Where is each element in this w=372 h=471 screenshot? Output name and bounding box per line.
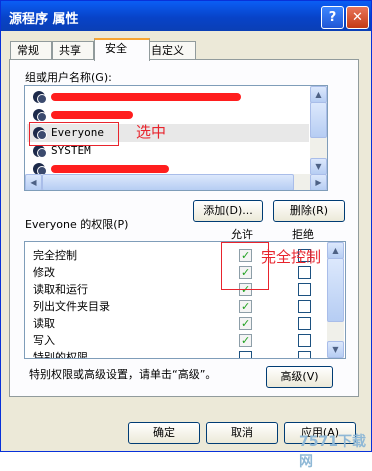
tab-security[interactable]: 安全 xyxy=(94,38,150,61)
permission-row-special: 特别的权限 xyxy=(25,349,327,358)
user-group-icon xyxy=(33,109,47,122)
selected-annotation: 选中 xyxy=(136,123,167,141)
window-title: 源程序 属性 xyxy=(9,12,79,27)
user-group-icon xyxy=(33,145,47,158)
scroll-left-icon[interactable]: ◀ xyxy=(25,174,42,190)
allow-checkbox[interactable] xyxy=(239,351,252,358)
allow-checkbox[interactable] xyxy=(239,315,252,332)
title-bar[interactable]: 源程序 属性 ? ✕ xyxy=(1,1,371,31)
close-button[interactable]: ✕ xyxy=(346,6,369,29)
deny-checkbox[interactable] xyxy=(298,300,311,313)
groups-label: 组或用户名称(G): xyxy=(25,71,112,84)
full-control-annotation: 完全控制 xyxy=(261,248,322,266)
redaction-mark xyxy=(51,165,169,173)
add-button[interactable]: 添加(D)... xyxy=(193,200,263,222)
deny-checkbox[interactable] xyxy=(298,283,311,296)
properties-window: 源程序 属性 ? ✕ 常规 共享 安全 自定义 组或用户名称(G): Every… xyxy=(0,0,372,470)
redaction-mark xyxy=(51,93,241,101)
user-group-icon xyxy=(33,91,47,104)
list-item[interactable] xyxy=(27,88,309,106)
permission-row-read: 读取 xyxy=(25,315,327,332)
scroll-down-icon[interactable]: ▼ xyxy=(310,158,327,175)
permission-row-read-execute: 读取和运行 xyxy=(25,281,327,298)
advanced-note: 特别权限或高级设置，请单击“高级”。 xyxy=(29,368,217,381)
scroll-thumb[interactable] xyxy=(42,174,294,190)
groups-horizontal-scrollbar[interactable]: ◀ ▶ xyxy=(25,174,327,190)
permission-row-list-folder: 列出文件夹目录 xyxy=(25,298,327,315)
help-button[interactable]: ? xyxy=(321,6,344,29)
deny-checkbox[interactable] xyxy=(298,351,311,358)
scroll-thumb[interactable] xyxy=(310,102,327,138)
remove-button[interactable]: 删除(R) xyxy=(273,200,345,222)
scroll-up-icon[interactable]: ▲ xyxy=(327,242,344,259)
permissions-vertical-scrollbar[interactable]: ▲ ▼ xyxy=(327,242,344,358)
groups-vertical-scrollbar[interactable]: ▲ ▼ xyxy=(310,86,327,175)
advanced-button[interactable]: 高级(V) xyxy=(266,366,333,388)
deny-header: 拒绝 xyxy=(292,228,314,241)
redaction-mark xyxy=(51,111,133,119)
permissions-label: Everyone 的权限(P) xyxy=(25,218,129,231)
permission-row-write: 写入 xyxy=(25,332,327,349)
tab-sharing[interactable]: 共享 xyxy=(52,41,94,60)
deny-checkbox[interactable] xyxy=(298,334,311,347)
scroll-up-icon[interactable]: ▲ xyxy=(310,86,327,103)
tab-general[interactable]: 常规 xyxy=(10,41,52,60)
selection-highlight-box xyxy=(29,122,119,146)
scroll-down-icon[interactable]: ▼ xyxy=(327,341,344,358)
allow-checkbox[interactable] xyxy=(239,332,252,349)
watermark: 7571下载网 xyxy=(299,434,366,470)
allow-checkbox[interactable] xyxy=(239,298,252,315)
deny-checkbox[interactable] xyxy=(298,266,311,279)
cancel-button[interactable]: 取消 xyxy=(206,422,278,444)
ok-button[interactable]: 确定 xyxy=(128,422,200,444)
allow-header: 允许 xyxy=(231,228,253,241)
deny-checkbox[interactable] xyxy=(298,317,311,330)
scroll-right-icon[interactable]: ▶ xyxy=(310,174,327,190)
tab-custom[interactable]: 自定义 xyxy=(144,41,196,60)
scroll-thumb[interactable] xyxy=(327,258,344,322)
